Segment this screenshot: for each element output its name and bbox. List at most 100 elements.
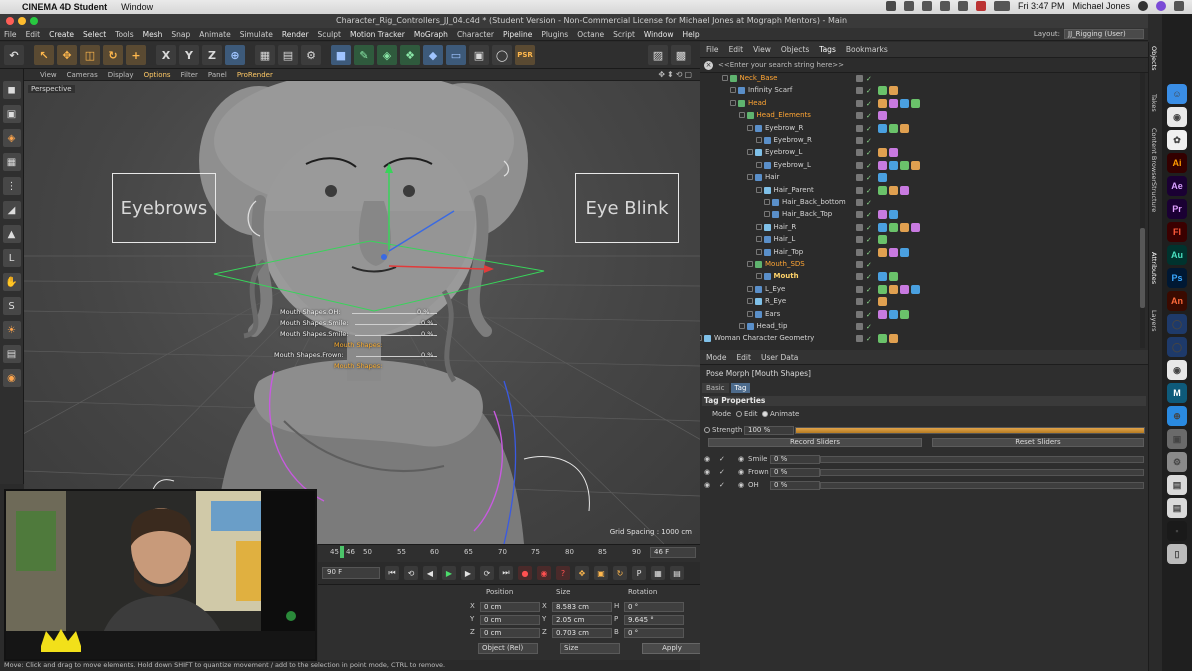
expand-toggle-icon[interactable] bbox=[747, 285, 753, 292]
object-tag-icon[interactable] bbox=[889, 160, 898, 170]
expand-toggle-icon[interactable] bbox=[755, 137, 762, 143]
apply-button[interactable]: Apply bbox=[642, 643, 702, 654]
om-menu-file[interactable]: File bbox=[706, 45, 719, 54]
position-z-field[interactable]: 0 cm bbox=[480, 628, 540, 638]
dropbox-icon[interactable] bbox=[885, 1, 896, 11]
object-tag-icon[interactable] bbox=[878, 272, 887, 282]
menu-mesh[interactable]: Mesh bbox=[143, 30, 163, 39]
expand-toggle-icon[interactable] bbox=[764, 199, 770, 205]
visibility-toggle-icon[interactable] bbox=[856, 285, 863, 293]
object-tag-icon[interactable] bbox=[900, 284, 909, 294]
morph-enable-checkbox[interactable]: ✓ bbox=[719, 481, 725, 489]
expand-toggle-icon[interactable] bbox=[755, 223, 762, 230]
visibility-toggle-icon[interactable] bbox=[856, 335, 863, 343]
object-tag-icon[interactable] bbox=[900, 160, 909, 170]
object-name[interactable]: Neck_Base bbox=[740, 74, 778, 82]
visibility-toggle-icon[interactable] bbox=[856, 99, 863, 107]
viewport-nav-icons[interactable]: ✥⬍⟲▢ bbox=[658, 70, 694, 79]
menu-snap[interactable]: Snap bbox=[171, 30, 190, 39]
recent-tool-icon[interactable]: + bbox=[126, 45, 146, 65]
object-tag-icon[interactable] bbox=[889, 185, 898, 195]
am-menu-mode[interactable]: Mode bbox=[706, 353, 726, 362]
coordinate-mode-dropdown[interactable]: Object (Rel) bbox=[478, 643, 538, 654]
morph-slider[interactable] bbox=[820, 482, 1144, 489]
menu-animate[interactable]: Animate bbox=[199, 30, 230, 39]
expand-toggle-icon[interactable] bbox=[755, 236, 762, 243]
key-pla-icon[interactable]: ▦ bbox=[651, 566, 665, 580]
schedule-icon[interactable]: ▤ bbox=[670, 566, 684, 580]
menu-edit[interactable]: Edit bbox=[26, 30, 41, 39]
object-tree-row[interactable]: L_Eye ✓ bbox=[700, 284, 1140, 296]
reset-sliders-button[interactable]: Reset Sliders bbox=[932, 438, 1144, 447]
go-to-start-icon[interactable]: ⏮ bbox=[385, 566, 399, 580]
Trash-icon[interactable]: ▯ bbox=[1167, 544, 1187, 564]
enable-check-icon[interactable]: ✓ bbox=[866, 224, 872, 232]
wifi-icon[interactable] bbox=[957, 1, 968, 11]
side-tab[interactable]: Content Browser bbox=[1150, 128, 1158, 182]
key-scale-icon[interactable]: ▣ bbox=[594, 566, 608, 580]
object-tree-row[interactable]: Eyebrow_L ✓ bbox=[700, 147, 1140, 159]
object-tag-icon[interactable] bbox=[911, 284, 920, 294]
object-tag-icon[interactable] bbox=[878, 148, 887, 158]
move-tool-icon[interactable]: ✥ bbox=[57, 45, 77, 65]
notification-center-icon[interactable] bbox=[1174, 1, 1184, 11]
object-tag-icon[interactable] bbox=[878, 185, 887, 195]
object-tree-row[interactable]: Hair_R ✓ bbox=[700, 222, 1140, 234]
enable-check-icon[interactable]: ✓ bbox=[866, 87, 872, 95]
menu-motion-tracker[interactable]: Motion Tracker bbox=[350, 30, 405, 39]
object-tree-row[interactable]: Eyebrow_L ✓ bbox=[700, 160, 1140, 172]
cube-object-icon[interactable]: ■ bbox=[331, 45, 351, 65]
key-position-icon[interactable]: ✥ bbox=[575, 566, 589, 580]
viewport-menu-display[interactable]: Display bbox=[108, 71, 134, 79]
Cinema4D-icon[interactable]: ◯ bbox=[1167, 314, 1187, 334]
object-tag-icon[interactable] bbox=[878, 284, 887, 294]
eye-blink-controller-box[interactable]: Eye Blink bbox=[575, 173, 679, 243]
planar-workplane-icon[interactable]: ▤ bbox=[2, 345, 21, 363]
key-parameter-icon[interactable]: P bbox=[632, 566, 646, 580]
enable-check-icon[interactable]: ✓ bbox=[866, 286, 872, 294]
object-tag-icon[interactable] bbox=[900, 247, 909, 257]
object-tag-icon[interactable] bbox=[878, 123, 887, 133]
menu-script[interactable]: Script bbox=[613, 30, 635, 39]
expand-toggle-icon[interactable] bbox=[700, 335, 702, 342]
object-name[interactable]: Hair_Back_Top bbox=[782, 210, 832, 218]
battery-icon[interactable] bbox=[993, 1, 1010, 11]
pen-spline-icon[interactable]: ✎ bbox=[354, 45, 374, 65]
Preview-icon[interactable]: ▣ bbox=[1167, 429, 1187, 449]
side-tab[interactable]: Takes bbox=[1150, 94, 1158, 112]
scrollbar-thumb[interactable] bbox=[1140, 228, 1145, 308]
object-name[interactable]: Head bbox=[748, 99, 766, 107]
menu-file[interactable]: File bbox=[4, 30, 17, 39]
object-tag-icon[interactable] bbox=[889, 272, 898, 282]
window-menu[interactable]: Window bbox=[121, 2, 153, 12]
object-tag-icon[interactable] bbox=[878, 309, 887, 319]
object-name[interactable]: Hair_Parent bbox=[774, 186, 814, 194]
position-y-field[interactable]: 0 cm bbox=[480, 615, 540, 625]
enable-check-icon[interactable]: ✓ bbox=[866, 249, 872, 257]
axis-mode-icon[interactable]: L bbox=[2, 249, 21, 267]
enable-check-icon[interactable]: ✓ bbox=[866, 137, 872, 145]
object-tag-icon[interactable] bbox=[889, 334, 898, 344]
Animate-icon[interactable]: An bbox=[1167, 291, 1187, 311]
visibility-toggle-icon[interactable] bbox=[856, 199, 863, 206]
scale-tool-icon[interactable]: ◫ bbox=[80, 45, 100, 65]
menu-select[interactable]: Select bbox=[83, 30, 106, 39]
Mograph-icon[interactable]: M bbox=[1167, 383, 1187, 403]
Flash-icon[interactable]: Fl bbox=[1167, 222, 1187, 242]
viewport-menu-prorender[interactable]: ProRender bbox=[237, 71, 273, 79]
Illustrator-icon[interactable]: Ai bbox=[1167, 153, 1187, 173]
Finder-icon[interactable]: ☺ bbox=[1167, 84, 1187, 104]
siri-icon[interactable] bbox=[1156, 1, 1166, 11]
Safari-icon[interactable]: ⊕ bbox=[1167, 406, 1187, 426]
mode-animate-radio[interactable]: Animate bbox=[762, 410, 799, 418]
strength-field[interactable]: 100 % bbox=[744, 426, 794, 435]
rotation-p-field[interactable]: 9.645 ° bbox=[624, 615, 684, 625]
object-tag-icon[interactable] bbox=[889, 123, 898, 133]
current-frame-field[interactable]: 46 F bbox=[650, 547, 696, 558]
object-name[interactable]: Hair_Top bbox=[774, 248, 804, 256]
expand-toggle-icon[interactable] bbox=[747, 298, 753, 305]
enable-check-icon[interactable]: ✓ bbox=[866, 323, 872, 331]
expand-toggle-icon[interactable] bbox=[747, 124, 753, 131]
object-tree-row[interactable]: R_Eye ✓ bbox=[700, 296, 1140, 308]
Chrome-icon[interactable]: ◉ bbox=[1167, 107, 1187, 127]
